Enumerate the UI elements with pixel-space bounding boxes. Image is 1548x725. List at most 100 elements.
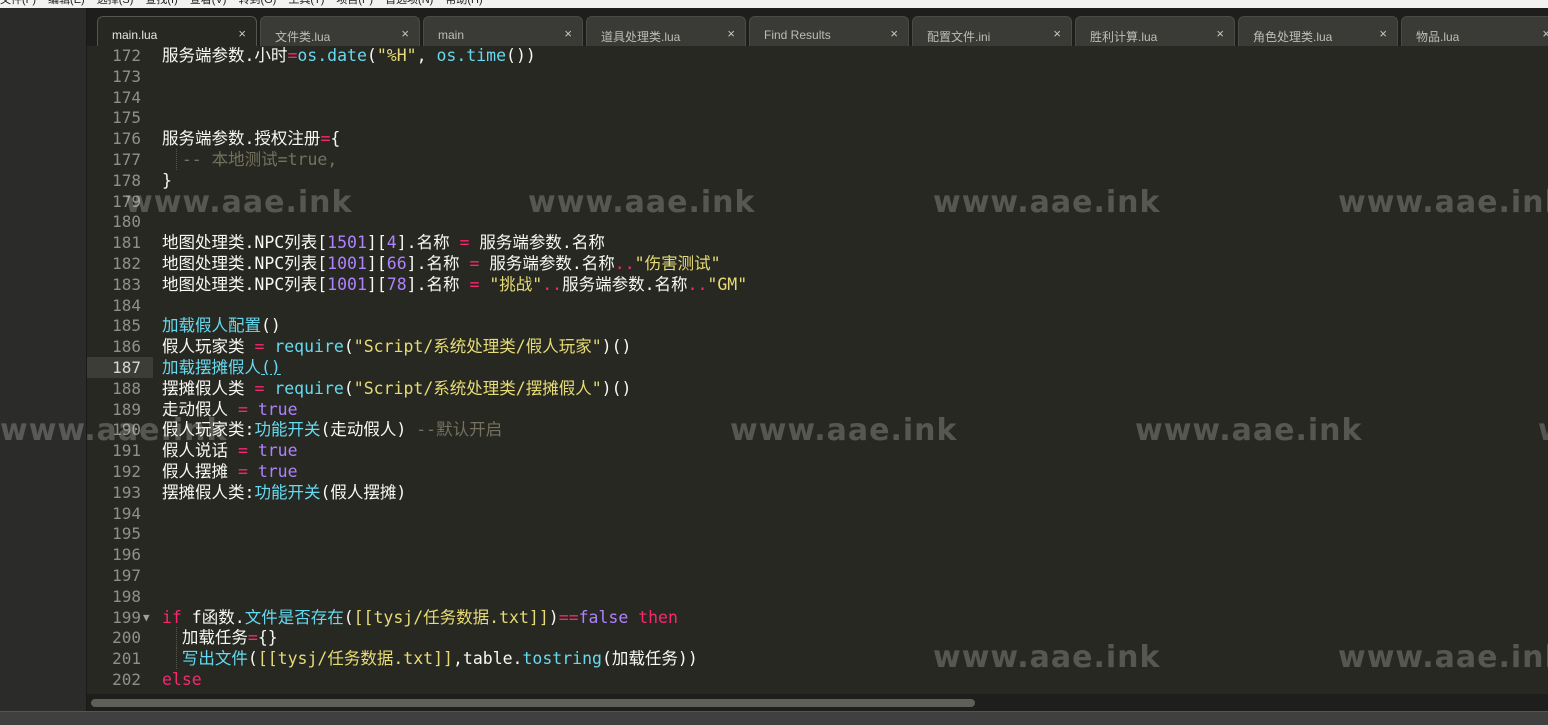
tab-label: 物品.lua (1416, 30, 1460, 44)
close-icon[interactable]: × (564, 26, 572, 41)
code-line[interactable]: 192 假人摆摊 = true (87, 461, 1548, 482)
code-text: 假人玩家类:功能开关(走动假人) --默认开启 (162, 419, 502, 440)
line-number: 175 (112, 108, 141, 128)
code-token: [[tysj/任务数据.txt]] (257, 649, 453, 669)
code-line[interactable]: 189 走动假人 = true (87, 399, 1548, 420)
code-token: os.time (436, 46, 507, 65)
code-token: true (257, 462, 298, 481)
close-icon[interactable]: × (401, 26, 409, 41)
code-token: os.date (297, 46, 367, 65)
code-line[interactable]: 196 (87, 544, 1548, 565)
code-line[interactable]: 193 摆摊假人类:功能开关(假人摆摊) (87, 482, 1548, 503)
fold-arrow-icon[interactable]: ▼ (143, 607, 150, 628)
code-line[interactable]: 174 (87, 87, 1548, 108)
close-icon[interactable]: × (890, 26, 898, 41)
code-line[interactable]: 176 服务端参数.授权注册={ (87, 128, 1548, 149)
menu-item[interactable]: 查看(V) (190, 0, 227, 6)
code-line[interactable]: 199 ▼ if f函数.文件是否存在([[tysj/任务数据.txt]])==fa… (87, 607, 1548, 628)
line-number: 196 (112, 545, 141, 565)
line-number: 172 (112, 46, 141, 65)
code-line[interactable]: 197 (87, 565, 1548, 586)
code-line[interactable]: 184 (87, 295, 1548, 316)
code-token: 1001 (327, 254, 367, 273)
code-line[interactable]: 177 -- 本地测试=true, (87, 149, 1548, 170)
code-text: 地图处理类.NPC列表[1501][4].名称 = 服务端参数.名称 (162, 232, 605, 253)
tab-label: 胜利计算.lua (1090, 30, 1158, 44)
menu-bar: 文件(F) 编辑(E) 选择(S) 查找(I) 查看(V) 转到(G) 工具(T) 项目(P)… (0, 0, 1548, 8)
code-line[interactable]: 191 假人说话 = true (87, 440, 1548, 461)
code-token: )() (601, 337, 632, 357)
scrollbar-thumb[interactable] (91, 699, 975, 707)
code-line[interactable]: 200 加载任务={} (87, 627, 1548, 649)
menu-item[interactable]: 帮助(H) (445, 0, 482, 6)
code-token: 功能开关 (254, 420, 321, 440)
code-line[interactable]: 194 (87, 503, 1548, 524)
sidebar (0, 8, 87, 711)
code-line[interactable]: 202 else (87, 669, 1548, 690)
code-token: true (257, 441, 298, 461)
code-token: = (237, 399, 248, 419)
tab-1[interactable]: main.lua × (97, 16, 257, 46)
code-line[interactable]: 178} (87, 170, 1548, 191)
code-editor[interactable]: 172 服务端参数.小时=os.date("%H", os.time()) 173 1… (87, 46, 1548, 694)
code-line[interactable]: 181 地图处理类.NPC列表[1501][4].名称 = 服务端参数.名称 (87, 232, 1548, 253)
menu-item[interactable]: 文件(F) (0, 0, 36, 6)
code-line[interactable]: 175 (87, 107, 1548, 128)
code-line[interactable]: 180 (87, 211, 1548, 232)
code-line[interactable]: 201 写出文件([[tysj/任务数据.txt]],table.tostrin… (87, 648, 1548, 670)
code-token: then (638, 607, 678, 627)
code-line[interactable]: 172 服务端参数.小时=os.date("%H", os.time()) (87, 46, 1548, 66)
tab-8[interactable]: 角色处理类.lua × (1238, 16, 1398, 46)
code-text: 摆摊假人类:功能开关(假人摆摊) (162, 482, 406, 503)
menu-item[interactable]: 工具(T) (288, 0, 324, 6)
code-line[interactable]: 185 加载假人配置() (87, 315, 1548, 336)
code-token: (走动假人) (320, 420, 417, 440)
code-line[interactable]: 173 (87, 66, 1548, 87)
close-icon[interactable]: × (1379, 26, 1387, 41)
code-line[interactable]: 183 地图处理类.NPC列表[1001][78].名称 = "挑战"..服务端参… (87, 274, 1548, 295)
tab-4[interactable]: 道具处理类.lua × (586, 16, 746, 46)
code-token: ) (548, 607, 559, 627)
tab-2[interactable]: 文件类.lua × (260, 16, 420, 46)
tab-5[interactable]: Find Results × (749, 16, 909, 46)
code-token: 加载假人配置 (162, 316, 261, 336)
code-token: } (162, 170, 172, 190)
close-icon[interactable]: × (1053, 26, 1061, 41)
code-token: "伤害测试" (634, 254, 721, 273)
code-line[interactable]: 188 摆摊假人类 = require("Script/系统处理类/摆摊假人")(… (87, 378, 1548, 399)
code-line[interactable]: 186 假人玩家类 = require("Script/系统处理类/假人玩家")(… (87, 336, 1548, 357)
horizontal-scrollbar[interactable] (87, 694, 1548, 711)
code-line[interactable]: 190 假人玩家类:功能开关(走动假人) --默认开启 (87, 419, 1548, 440)
menu-item[interactable]: 选择(S) (97, 0, 134, 6)
line-number: 200 (112, 628, 141, 648)
code-text: 摆摊假人类 = require("Script/系统处理类/摆摊假人")() (162, 378, 631, 399)
code-line[interactable]: 198 (87, 586, 1548, 607)
tab-7[interactable]: 胜利计算.lua × (1075, 16, 1235, 46)
close-icon[interactable]: × (1542, 26, 1548, 41)
code-token: ( (343, 607, 354, 627)
menu-item[interactable]: 转到(G) (238, 0, 276, 6)
code-line[interactable]: 179 (87, 191, 1548, 212)
code-token: 服务端参数.名称 (469, 233, 605, 253)
code-token: ].名称 (406, 274, 470, 294)
line-number: 186 (112, 337, 141, 357)
menu-item[interactable]: 查找(I) (145, 0, 177, 6)
code-line[interactable]: 195 (87, 523, 1548, 544)
menu-item[interactable]: 项目(P) (336, 0, 373, 6)
close-icon[interactable]: × (238, 26, 246, 41)
menu-item[interactable]: 首选项(N) (385, 0, 433, 6)
code-token: = (287, 46, 298, 65)
menu-item[interactable]: 编辑(E) (48, 0, 85, 6)
line-number: 197 (112, 566, 141, 585)
close-icon[interactable]: × (1216, 26, 1224, 41)
code-line[interactable]: 182 地图处理类.NPC列表[1001][66].名称 = 服务端参数.名称..… (87, 253, 1548, 274)
line-number: 189 (112, 399, 141, 419)
tab-9[interactable]: 物品.lua × (1401, 16, 1548, 46)
code-line[interactable]: 187 加载摆摊假人() (87, 357, 1548, 378)
tab-6[interactable]: 配置文件.ini × (912, 16, 1072, 46)
close-icon[interactable]: × (727, 26, 735, 41)
code-token: { (330, 129, 341, 149)
tab-3[interactable]: main × (423, 16, 583, 46)
